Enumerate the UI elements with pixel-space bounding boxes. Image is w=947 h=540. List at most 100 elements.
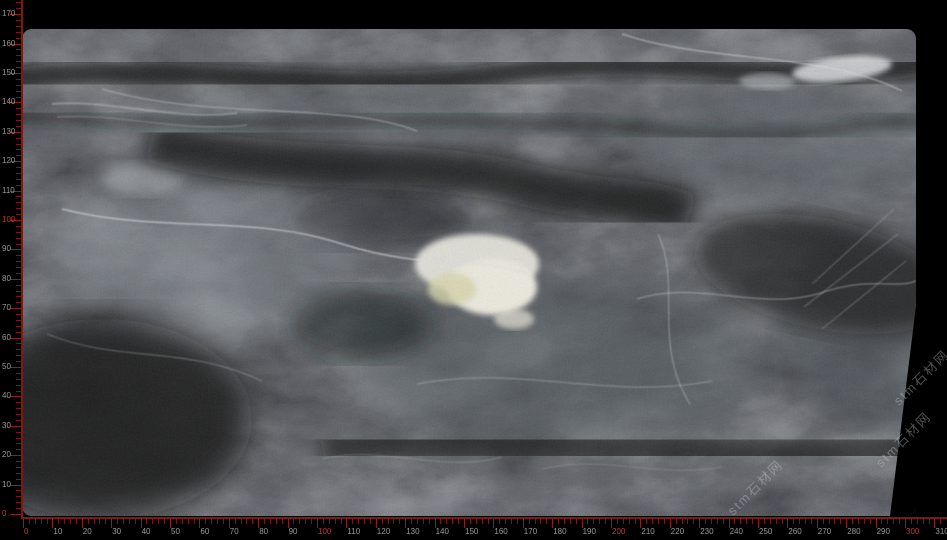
ruler-tick — [505, 519, 506, 524]
ruler-tick — [705, 519, 706, 524]
ruler-tick — [16, 473, 21, 474]
ruler-tick — [376, 519, 377, 528]
ruler-tick — [16, 173, 21, 174]
ruler-tick — [10, 338, 21, 339]
ruler-tick — [435, 519, 436, 528]
ruler-tick — [523, 519, 524, 528]
ruler-label: 310 — [935, 527, 947, 536]
ruler-tick — [311, 519, 312, 524]
ruler-tick — [446, 519, 447, 524]
ruler-tick — [623, 519, 624, 524]
ruler-tick — [170, 519, 171, 528]
ruler-tick — [16, 502, 21, 503]
ruler-tick — [16, 261, 21, 262]
ruler-tick — [16, 296, 21, 297]
ruler-tick — [517, 519, 518, 524]
ruler-tick — [10, 308, 21, 309]
ruler-tick — [16, 443, 21, 444]
ruler-tick — [793, 519, 794, 524]
ruler-tick — [16, 126, 21, 127]
ruler-tick — [16, 496, 21, 497]
ruler-tick — [440, 519, 441, 524]
ruler-tick — [211, 519, 212, 524]
ruler-tick — [10, 455, 21, 456]
ruler-label: 200 — [612, 527, 625, 536]
slab-scan-viewport: stm石材网stm石材网stm石材网 170160150140130120110… — [0, 0, 947, 540]
ruler-label: 60 — [2, 333, 21, 342]
ruler-tick — [452, 519, 453, 524]
ruler-tick — [640, 519, 641, 528]
ruler-label: 180 — [553, 527, 566, 536]
ruler-tick — [16, 343, 21, 344]
ruler-tick — [10, 485, 21, 486]
ruler-tick — [858, 519, 859, 524]
ruler-tick — [687, 519, 688, 524]
ruler-tick — [16, 302, 21, 303]
ruler-label: 230 — [700, 527, 713, 536]
ruler-tick — [82, 519, 83, 528]
ruler-tick — [16, 155, 21, 156]
ruler-tick — [729, 519, 730, 528]
ruler-tick — [16, 185, 21, 186]
ruler-label: 90 — [289, 527, 298, 536]
ruler-label: 150 — [465, 527, 478, 536]
ruler-label: 300 — [906, 527, 919, 536]
ruler-label: 90 — [2, 244, 21, 253]
ruler-tick — [16, 291, 21, 292]
ruler-tick — [364, 519, 365, 524]
ruler-tick — [570, 519, 571, 524]
ruler-tick — [881, 519, 882, 524]
ruler-tick — [16, 20, 21, 21]
ruler-tick — [205, 519, 206, 524]
ruler-tick — [16, 461, 21, 462]
ruler-tick — [488, 519, 489, 524]
ruler-tick — [282, 519, 283, 524]
ruler-tick — [329, 519, 330, 524]
ruler-label: 110 — [2, 186, 21, 195]
ruler-tick — [599, 519, 600, 524]
ruler-tick — [587, 519, 588, 524]
ruler-label: 70 — [230, 527, 239, 536]
ruler-tick — [94, 519, 95, 524]
ruler-tick — [16, 432, 21, 433]
ruler-tick — [241, 519, 242, 524]
ruler-tick — [146, 519, 147, 524]
ruler-tick — [341, 519, 342, 524]
ruler-tick — [52, 519, 53, 528]
ruler-tick — [105, 519, 106, 524]
ruler-tick — [740, 519, 741, 524]
ruler-tick — [16, 214, 21, 215]
ruler-tick — [535, 519, 536, 524]
ruler-tick — [16, 144, 21, 145]
ruler-tick — [135, 519, 136, 524]
ruler-tick — [764, 519, 765, 524]
ruler-tick — [16, 85, 21, 86]
ruler-tick — [429, 519, 430, 524]
ruler-tick — [582, 519, 583, 528]
ruler-tick — [16, 179, 21, 180]
ruler-tick — [846, 519, 847, 528]
ruler-tick — [76, 519, 77, 524]
ruler-tick — [682, 519, 683, 524]
ruler-label: 40 — [142, 527, 151, 536]
ruler-tick — [117, 519, 118, 524]
ruler-label: 130 — [2, 127, 21, 136]
ruler-tick — [16, 420, 21, 421]
ruler-tick — [99, 519, 100, 524]
ruler-tick — [499, 519, 500, 524]
ruler-tick — [199, 519, 200, 528]
ruler-tick — [423, 519, 424, 524]
ruler-tick — [393, 519, 394, 524]
ruler-tick — [16, 8, 21, 9]
ruler-tick — [276, 519, 277, 524]
ruler-tick — [782, 519, 783, 524]
ruler-tick — [152, 519, 153, 524]
ruler-tick — [16, 408, 21, 409]
ruler-tick — [229, 519, 230, 528]
ruler-tick — [16, 402, 21, 403]
ruler-tick — [16, 326, 21, 327]
ruler-label: 60 — [200, 527, 209, 536]
ruler-tick — [929, 519, 930, 524]
ruler-tick — [16, 97, 21, 98]
ruler-tick — [16, 79, 21, 80]
